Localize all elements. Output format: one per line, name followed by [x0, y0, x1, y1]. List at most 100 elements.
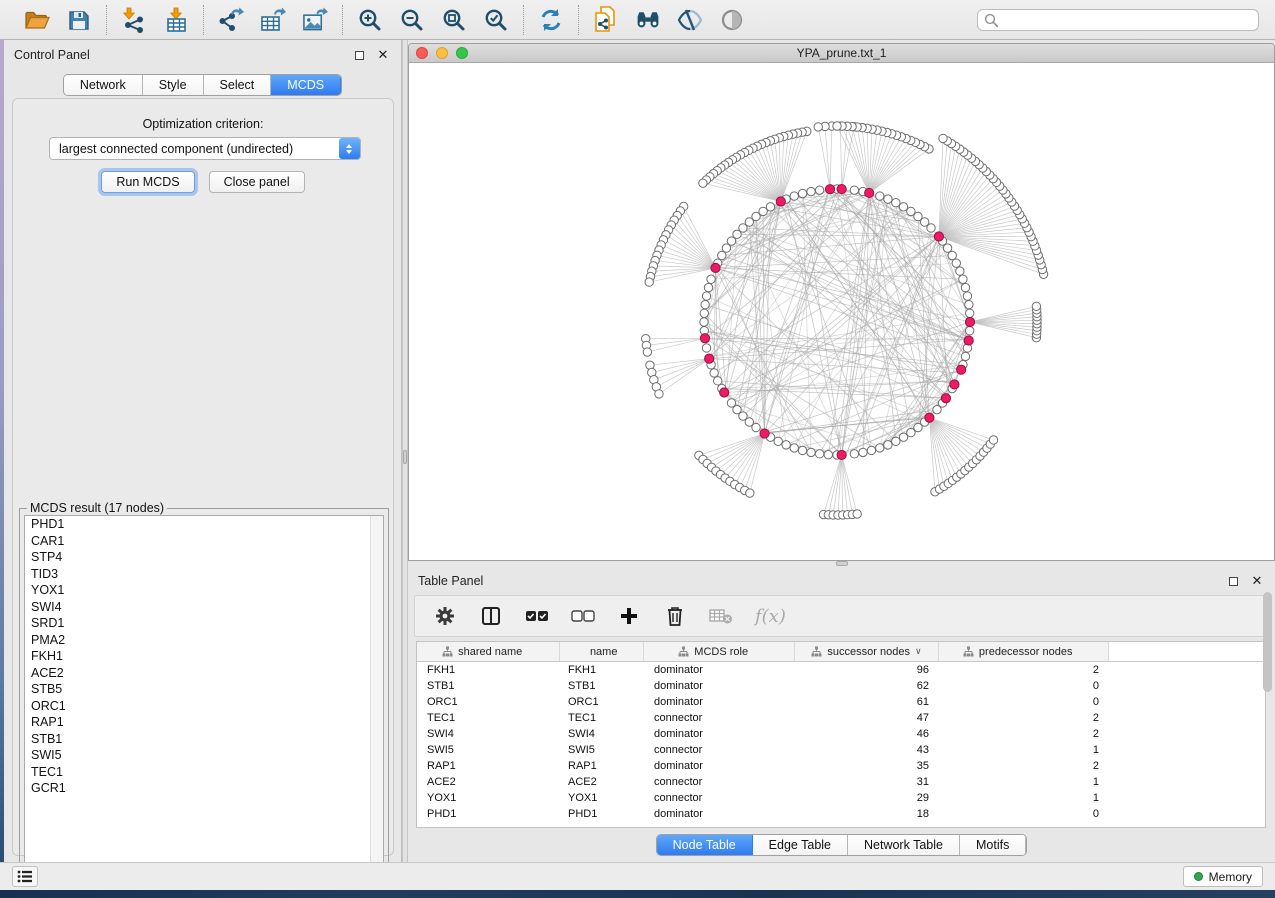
refresh-layout-button[interactable]: [538, 7, 564, 33]
network-graph[interactable]: [409, 63, 1274, 560]
table-panel-tab[interactable]: Node Table: [657, 835, 753, 855]
leaf-node[interactable]: [746, 489, 754, 497]
memory-button[interactable]: Memory: [1183, 866, 1263, 887]
ring-node[interactable]: [782, 441, 790, 449]
close-panel-button[interactable]: Close panel: [209, 171, 305, 193]
export-network-button[interactable]: [218, 7, 244, 33]
ring-node[interactable]: [704, 283, 712, 291]
leaf-node[interactable]: [833, 122, 841, 130]
mcds-hub-node[interactable]: [825, 185, 834, 194]
control-panel-tab[interactable]: Network: [64, 75, 143, 95]
ring-node[interactable]: [807, 448, 815, 456]
mcds-result-item[interactable]: TEC1: [25, 764, 383, 781]
ring-node[interactable]: [790, 444, 798, 452]
table-column-header[interactable]: name ∨: [560, 642, 644, 661]
mcds-result-item[interactable]: SWI5: [25, 747, 383, 764]
ring-node[interactable]: [700, 318, 708, 326]
mcds-hub-node[interactable]: [925, 413, 934, 422]
import-network-button[interactable]: [121, 7, 147, 33]
network-canvas[interactable]: [409, 63, 1274, 560]
leaf-node[interactable]: [645, 278, 653, 286]
hide-selected-button[interactable]: [677, 7, 703, 33]
ring-node[interactable]: [966, 309, 974, 317]
table-row[interactable]: SWI4 SWI4 dominator 46 2: [417, 726, 1265, 742]
mcds-hub-node[interactable]: [837, 450, 846, 459]
leaf-node[interactable]: [939, 134, 947, 142]
import-table-button[interactable]: [163, 7, 189, 33]
network-window-titlebar[interactable]: YPA_prune.txt_1: [409, 44, 1274, 63]
delete-table-button[interactable]: [709, 604, 733, 628]
zoom-in-button[interactable]: [357, 7, 383, 33]
search-network-button[interactable]: [635, 7, 661, 33]
ring-node[interactable]: [884, 195, 892, 203]
leaf-node[interactable]: [989, 436, 997, 444]
ring-node[interactable]: [701, 300, 709, 308]
select-all-rows-button[interactable]: [525, 604, 549, 628]
table-row[interactable]: YOX1 YOX1 connector 29 1: [417, 790, 1265, 806]
ring-node[interactable]: [702, 292, 710, 300]
mcds-result-item[interactable]: STP4: [25, 549, 383, 566]
leaf-node[interactable]: [699, 179, 707, 187]
column-layout-button[interactable]: [479, 604, 503, 628]
close-panel-icon[interactable]: ✕: [375, 47, 391, 63]
mcds-result-item[interactable]: PMA2: [25, 632, 383, 649]
table-scrollbar-thumb[interactable]: [1263, 592, 1272, 692]
table-panel-tab[interactable]: Motifs: [960, 835, 1026, 855]
mcds-hub-node[interactable]: [934, 232, 943, 241]
ring-node[interactable]: [876, 444, 884, 452]
mcds-result-item[interactable]: ORC1: [25, 698, 383, 715]
mcds-hub-node[interactable]: [965, 317, 974, 326]
ring-node[interactable]: [798, 189, 806, 197]
table-row[interactable]: RAP1 RAP1 dominator 35 2: [417, 758, 1265, 774]
table-column-header[interactable]: successor nodes ∨: [795, 642, 939, 661]
table-row[interactable]: ACE2 ACE2 connector 31 1: [417, 774, 1265, 790]
ring-node[interactable]: [718, 251, 726, 259]
close-panel-icon[interactable]: ✕: [1249, 573, 1265, 589]
mcds-result-item[interactable]: SWI4: [25, 599, 383, 616]
mcds-result-item[interactable]: FKH1: [25, 648, 383, 665]
mcds-hub-node[interactable]: [865, 188, 874, 197]
mcds-result-item[interactable]: ACE2: [25, 665, 383, 682]
table-panel-tab[interactable]: Network Table: [848, 835, 960, 855]
ring-node[interactable]: [899, 433, 907, 441]
mcds-hub-node[interactable]: [941, 394, 950, 403]
mcds-hub-node[interactable]: [720, 388, 729, 397]
table-column-header[interactable]: MCDS role ∨: [644, 642, 795, 661]
ring-node[interactable]: [892, 437, 900, 445]
zoom-selected-button[interactable]: [483, 7, 509, 33]
control-panel-tab[interactable]: Select: [204, 75, 272, 95]
ring-node[interactable]: [884, 441, 892, 449]
mcds-result-item[interactable]: PHD1: [25, 516, 383, 533]
mcds-hub-node[interactable]: [711, 263, 720, 272]
export-image-button[interactable]: [302, 7, 328, 33]
ring-node[interactable]: [956, 267, 964, 275]
float-panel-icon[interactable]: [351, 47, 367, 63]
ring-node[interactable]: [850, 186, 858, 194]
deselect-all-rows-button[interactable]: [571, 604, 595, 628]
zoom-fit-button[interactable]: [441, 7, 467, 33]
table-row[interactable]: STB1 STB1 dominator 62 0: [417, 678, 1265, 694]
mcds-result-item[interactable]: TID3: [25, 566, 383, 583]
leaf-node[interactable]: [853, 510, 861, 518]
mcds-result-item[interactable]: CAR1: [25, 533, 383, 550]
ring-node[interactable]: [807, 187, 815, 195]
mcds-hub-node[interactable]: [957, 365, 966, 374]
clone-network-button[interactable]: [593, 7, 619, 33]
mcds-hub-node[interactable]: [700, 334, 709, 343]
ring-node[interactable]: [961, 283, 969, 291]
mcds-list-scrollbar[interactable]: [370, 516, 383, 869]
leaf-node[interactable]: [1032, 302, 1040, 310]
ring-node[interactable]: [766, 203, 774, 211]
ring-node[interactable]: [798, 446, 806, 454]
export-table-button[interactable]: [260, 7, 286, 33]
mcds-hub-node[interactable]: [964, 336, 973, 345]
ring-node[interactable]: [966, 326, 974, 334]
ring-node[interactable]: [965, 300, 973, 308]
table-row[interactable]: ORC1 ORC1 dominator 61 0: [417, 694, 1265, 710]
ring-node[interactable]: [710, 369, 718, 377]
ring-node[interactable]: [907, 207, 915, 215]
leaf-node[interactable]: [643, 348, 651, 356]
ring-node[interactable]: [752, 423, 760, 431]
leaf-node[interactable]: [814, 123, 822, 131]
function-builder-button[interactable]: f(x): [755, 606, 786, 627]
